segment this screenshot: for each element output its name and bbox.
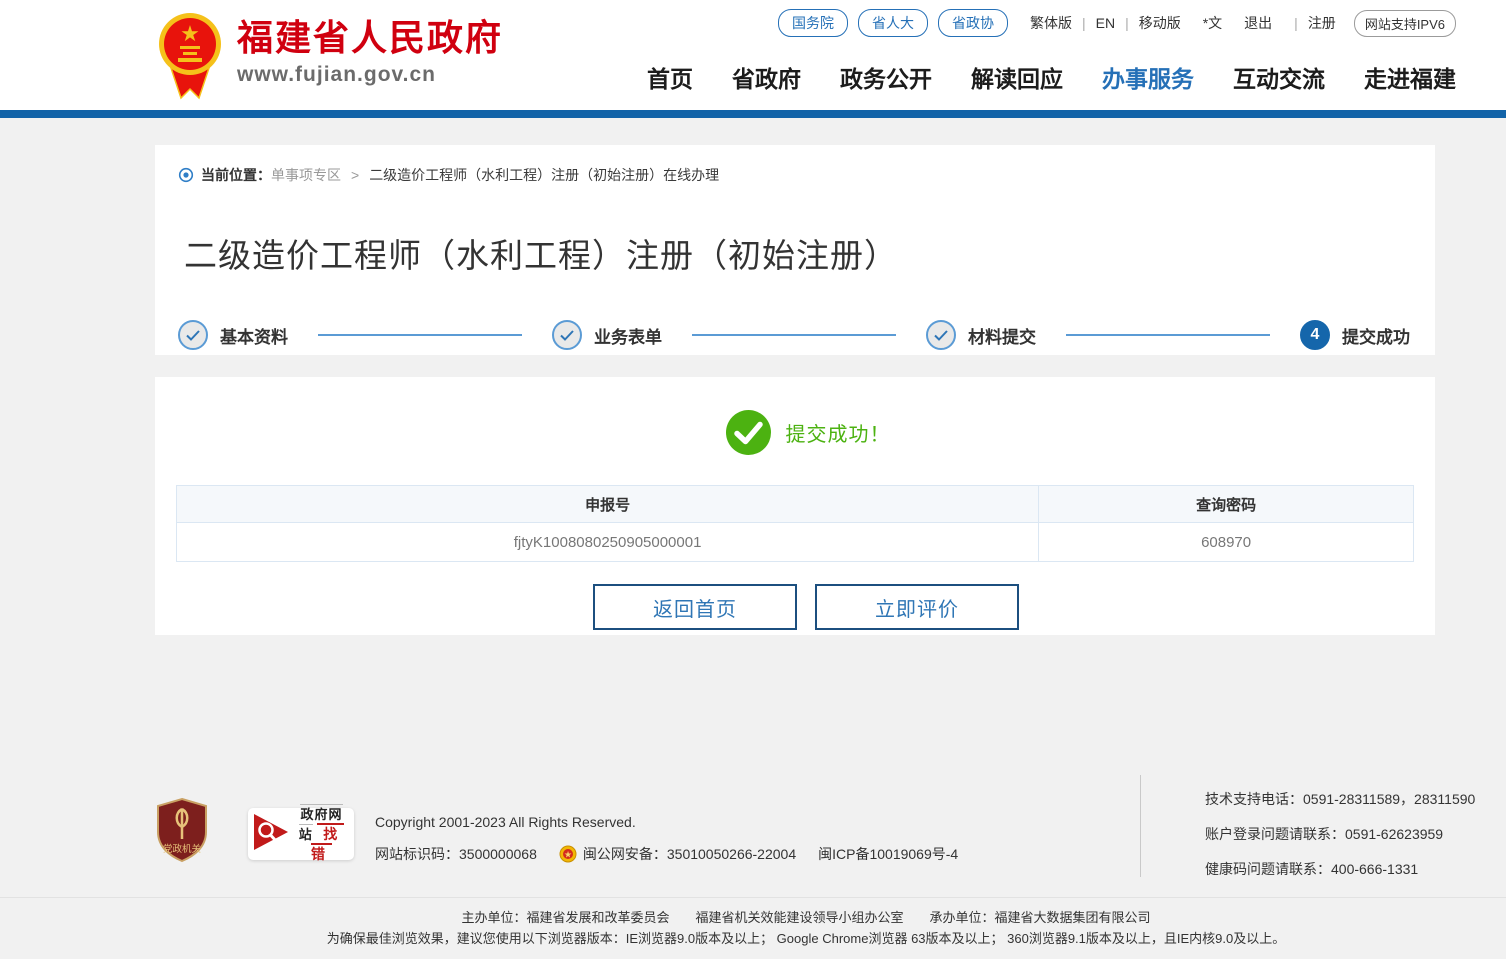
find-error-action: 找错 [311, 823, 344, 862]
check-icon [934, 330, 948, 341]
step-submit-success: 4 提交成功 [1300, 320, 1410, 350]
organizer-info: 主办单位：福建省发展和改革委员会 福建省机关效能建设领导小组办公室 承办单位：福… [106, 907, 1506, 928]
col-header-declaration-no: 申报号 [177, 486, 1039, 523]
breadcrumb-prefix: 当前位置： [201, 165, 271, 185]
header-accent-bar [0, 110, 1506, 118]
page-background: 当前位置： 单事项专区 > 二级造价工程师（水利工程）注册（初始注册）在线办理 … [0, 118, 1506, 959]
success-message-row: 提交成功！ [202, 410, 1414, 455]
nav-item-about-fujian[interactable]: 走进福建 [1364, 60, 1456, 94]
separator: | [1082, 15, 1086, 31]
traditional-chinese-link[interactable]: 繁体版 [1030, 13, 1072, 33]
result-card: 提交成功！ 申报号 查询密码 fjtyK1008080250905000001 … [155, 377, 1435, 635]
title-card: 当前位置： 单事项专区 > 二级造价工程师（水利工程）注册（初始注册）在线办理 … [155, 145, 1435, 355]
breadcrumb-arrow: > [351, 167, 359, 183]
step-indicator: 基本资料 业务表单 材料提交 4 提交成功 [178, 320, 1412, 350]
step-connector [692, 334, 896, 336]
copyright-text: Copyright 2001-2023 All Rights Reserved. [375, 814, 980, 830]
logout-link[interactable]: 退出 [1244, 13, 1272, 33]
ipv6-badge: 网站支持IPV6 [1354, 10, 1456, 37]
quick-link-shengrenda[interactable]: 省人大 [858, 9, 928, 37]
party-gov-badge: 党政机关 [155, 797, 209, 868]
footer-contacts: 技术支持电话：0591-28311589，28311590 账户登录问题请联系：… [1205, 782, 1475, 887]
security-record-link[interactable]: 闽公网安备：35010050266-22004 [583, 844, 796, 864]
icp-record-link[interactable]: 闽ICP备10019069号-4 [818, 844, 958, 864]
step-done-circle [552, 320, 582, 350]
breadcrumb: 当前位置： 单事项专区 > 二级造价工程师（水利工程）注册（初始注册）在线办理 [178, 165, 1412, 185]
page-title: 二级造价工程师（水利工程）注册（初始注册） [178, 229, 1412, 277]
step-material-submit: 材料提交 [926, 320, 1036, 350]
table-row: fjtyK1008080250905000001 608970 [177, 523, 1414, 562]
nav-item-interaction[interactable]: 互动交流 [1233, 60, 1325, 94]
register-link[interactable]: 注册 [1308, 13, 1336, 33]
step-business-form: 业务表单 [552, 320, 662, 350]
query-password-value: 608970 [1039, 523, 1414, 562]
evaluate-now-button[interactable]: 立即评价 [815, 584, 1019, 630]
location-pin-icon [178, 167, 194, 183]
action-buttons: 返回首页 立即评价 [198, 584, 1414, 630]
quick-link-shengzhengxie[interactable]: 省政协 [938, 9, 1008, 37]
site-url: www.fujian.gov.cn [237, 63, 503, 87]
footer-bottom-strip: 主办单位：福建省发展和改革委员会 福建省机关效能建设领导小组办公室 承办单位：福… [0, 897, 1506, 959]
step-basic-info: 基本资料 [178, 320, 288, 350]
breadcrumb-section-link[interactable]: 单事项专区 [271, 165, 341, 185]
gov-site-find-error-badge[interactable]: 政府网站 找错 [248, 808, 354, 860]
main-nav: 首页 省政府 政务公开 解读回应 办事服务 互动交流 走进福建 [647, 60, 1456, 94]
svg-text:党政机关: 党政机关 [163, 843, 202, 855]
step-connector [1066, 334, 1270, 336]
step-done-circle [926, 320, 956, 350]
svg-text:★: ★ [564, 850, 572, 860]
svg-text:★: ★ [180, 21, 200, 46]
footer-divider [1140, 775, 1141, 877]
check-icon [560, 330, 574, 341]
declaration-no-value: fjtyK1008080250905000001 [177, 523, 1039, 562]
quick-link-guowuyuan[interactable]: 国务院 [778, 9, 848, 37]
nav-item-provincial-gov[interactable]: 省政府 [732, 60, 801, 94]
separator: | [1294, 15, 1298, 31]
nav-item-gov-affairs[interactable]: 政务公开 [840, 60, 932, 94]
mobile-version-link[interactable]: 移动版 [1139, 13, 1181, 33]
result-table: 申报号 查询密码 fjtyK1008080250905000001 608970 [176, 485, 1414, 562]
user-name[interactable]: *文 [1203, 13, 1222, 33]
nav-item-interpretation[interactable]: 解读回应 [971, 60, 1063, 94]
english-link[interactable]: EN [1096, 15, 1115, 31]
utility-bar: 国务院 省人大 省政协 繁体版 | EN | 移动版 *文 退出 | 注册 网站… [768, 9, 1456, 37]
nav-item-home[interactable]: 首页 [647, 60, 693, 94]
success-message: 提交成功！ [786, 418, 891, 447]
copyright-block: Copyright 2001-2023 All Rights Reserved.… [375, 814, 980, 864]
check-icon [186, 330, 200, 341]
nav-item-services[interactable]: 办事服务 [1102, 60, 1194, 94]
site-header: ★ 福建省人民政府 www.fujian.gov.cn 国务院 省人大 省政协 … [0, 0, 1506, 110]
breadcrumb-current: 二级造价工程师（水利工程）注册（初始注册）在线办理 [369, 165, 719, 185]
browser-recommendation: 为确保最佳浏览效果，建议您使用以下浏览器版本：IE浏览器9.0版本及以上； Go… [106, 928, 1506, 949]
table-header-row: 申报号 查询密码 [177, 486, 1414, 523]
police-badge-icon: ★ [559, 845, 577, 863]
success-check-icon [726, 410, 771, 455]
step-connector [318, 334, 522, 336]
account-login-contact: 账户登录问题请联系：0591-62623959 [1205, 817, 1475, 852]
site-identifier-code: 网站标识码：3500000068 [375, 844, 537, 864]
col-header-query-password: 查询密码 [1039, 486, 1414, 523]
site-name: 福建省人民政府 [237, 18, 503, 58]
step-done-circle [178, 320, 208, 350]
tech-support-phone: 技术支持电话：0591-28311589，28311590 [1205, 782, 1475, 817]
back-home-button[interactable]: 返回首页 [593, 584, 797, 630]
separator: | [1125, 15, 1129, 31]
footer: 党政机关 政府网站 找错 Copyright 2001-2023 All Rig… [0, 760, 1506, 897]
national-emblem-icon: ★ [158, 6, 222, 109]
site-logo[interactable]: ★ 福建省人民政府 www.fujian.gov.cn [158, 6, 503, 109]
step-current-circle: 4 [1300, 320, 1330, 350]
health-code-contact: 健康码问题请联系：400-666-1331 [1205, 852, 1475, 887]
find-error-logo-icon [252, 812, 290, 857]
